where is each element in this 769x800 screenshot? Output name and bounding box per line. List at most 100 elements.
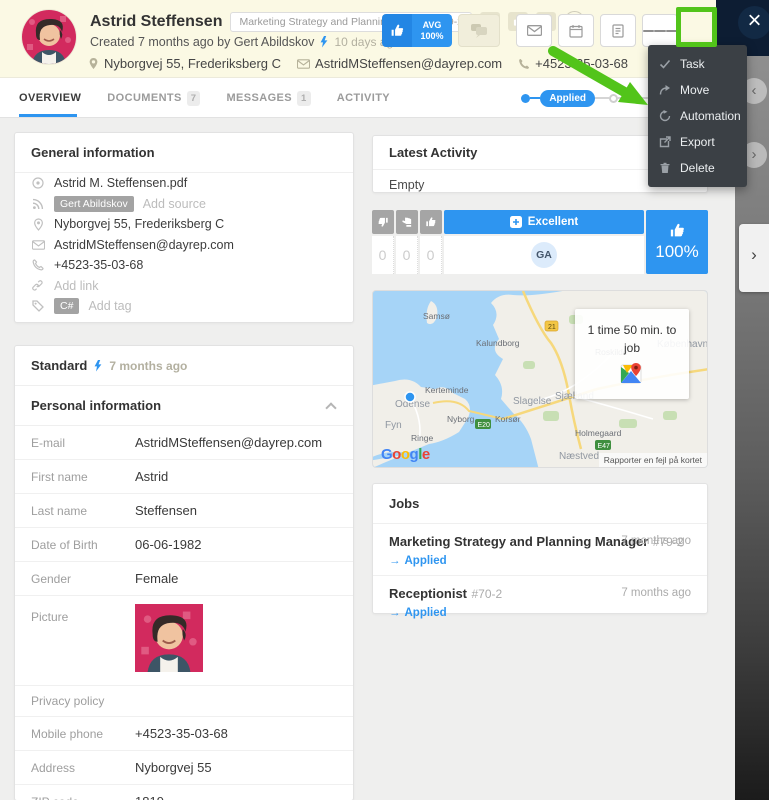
chat-button[interactable] (458, 14, 500, 47)
cv-file-row[interactable]: Astrid M. Steffensen.pdf (15, 173, 353, 194)
send-mail-button[interactable] (516, 14, 552, 47)
map-attribution-link[interactable]: Rapporter en fejl på kortet (599, 453, 707, 467)
thumbs-down-button[interactable] (372, 210, 394, 234)
job-stage-link[interactable]: → Applied (389, 555, 691, 567)
documents-count-badge: 7 (187, 91, 201, 106)
add-tag-label[interactable]: Add tag (88, 299, 131, 313)
close-button[interactable]: × (738, 6, 769, 39)
field-row-date-of-birth[interactable]: Date of Birth 06-06-1982 (15, 528, 353, 562)
general-address: Nyborgvej 55, Frederiksberg C (54, 217, 224, 231)
envelope-icon (32, 240, 45, 250)
messages-count-badge: 1 (297, 91, 311, 106)
stage-circle[interactable] (632, 94, 641, 103)
menu-item-task[interactable]: Task (648, 51, 747, 77)
phone-row: +4523-35-03-68 (15, 255, 353, 276)
tab-overview[interactable]: OVERVIEW (19, 92, 81, 104)
tag-icon (32, 300, 44, 312)
travel-time-line2: job (575, 339, 689, 357)
thumbs-up-button[interactable] (420, 210, 442, 234)
commute-map[interactable]: Samsø Kalundborg Kerteminde Odense Fyn N… (372, 290, 708, 468)
field-row-email[interactable]: E-mail AstridMSteffensen@dayrep.com (15, 426, 353, 460)
add-source-link[interactable]: Add source (143, 197, 206, 211)
thumbs-down-count: 0 (372, 236, 394, 274)
map-label: Kerteminde (425, 385, 469, 395)
cv-file-icon (32, 177, 44, 189)
add-link-label[interactable]: Add link (54, 279, 98, 293)
chat-bubbles-icon (470, 23, 488, 38)
address-segment: Nyborgvej 55, Frederiksberg C (88, 56, 281, 71)
field-row-zip-code[interactable]: ZIP code 1819 (15, 785, 353, 800)
more-menu-button[interactable] (642, 14, 678, 47)
general-phone[interactable]: +4523-35-03-68 (54, 258, 143, 272)
location-dot (405, 392, 415, 402)
overall-score-tile[interactable]: 100% (646, 210, 708, 274)
header-phone[interactable]: +4523-35-03-68 (535, 56, 628, 71)
tab-activity[interactable]: ACTIVITY (337, 92, 390, 104)
header-email[interactable]: AstridMSteffensen@dayrep.com (315, 56, 502, 71)
job-row[interactable]: Marketing Strategy and Planning Manager … (373, 524, 707, 576)
standard-form-card: Standard 7 months ago Personal informati… (14, 345, 354, 800)
standard-title: Standard (31, 358, 87, 373)
header-address: Nyborgvej 55, Frederiksberg C (104, 56, 281, 71)
field-row-last-name[interactable]: Last name Steffensen (15, 494, 353, 528)
arrow-right-icon: → (389, 607, 401, 619)
tab-documents[interactable]: DOCUMENTS7 (107, 91, 200, 106)
thumbs-neutral-button[interactable] (396, 210, 418, 234)
cv-file-name[interactable]: Astrid M. Steffensen.pdf (54, 176, 187, 190)
more-actions-menu: Task Move Automation Export Delete (648, 45, 747, 187)
google-maps-icon (619, 361, 645, 387)
avatar[interactable] (22, 10, 76, 64)
map-label: Samsø (423, 311, 450, 321)
job-stage-link[interactable]: → Applied (389, 607, 691, 619)
move-arrow-icon (659, 84, 671, 96)
menu-item-move[interactable]: Move (648, 77, 747, 103)
field-row-privacy-policy[interactable]: Privacy policy (15, 686, 353, 717)
thumbs-up-icon (382, 14, 412, 47)
tag-chip[interactable]: C# (54, 298, 79, 314)
calendar-icon (569, 24, 583, 38)
general-email[interactable]: AstridMSteffensen@dayrep.com (54, 238, 234, 252)
add-link-row[interactable]: Add link (15, 276, 353, 297)
tab-bar: OVERVIEW DOCUMENTS7 MESSAGES1 ACTIVITY A… (0, 78, 735, 118)
map-label: Slagelse (513, 396, 552, 407)
personal-information-header[interactable]: Personal information (15, 386, 353, 426)
notes-button[interactable] (600, 14, 636, 47)
jobs-card: Jobs Marketing Strategy and Planning Man… (372, 483, 708, 614)
collapse-chevron-icon[interactable] (325, 402, 336, 413)
map-label: Nyborg (447, 414, 475, 424)
field-row-first-name[interactable]: First name Astrid (15, 460, 353, 494)
calendar-button[interactable] (558, 14, 594, 47)
field-row-mobile-phone[interactable]: Mobile phone +4523-35-03-68 (15, 717, 353, 751)
stage-badge[interactable]: Applied (540, 90, 595, 107)
picture-thumbnail[interactable] (135, 604, 203, 677)
source-tag[interactable]: Gert Abildskov (54, 196, 134, 212)
job-row[interactable]: Receptionist #70-2 7 months ago → Applie… (373, 576, 707, 627)
plus-square-icon (510, 216, 522, 228)
travel-time-card: 1 time 50 min. to job (575, 309, 689, 399)
created-text: Created 7 months ago by Gert Abildskov (90, 35, 314, 49)
tags-row: C# Add tag (15, 296, 353, 317)
background-card-chevron[interactable]: › (739, 224, 769, 292)
menu-item-delete[interactable]: Delete (648, 155, 747, 181)
rater-initials-avatar[interactable]: GA (531, 242, 557, 268)
menu-item-export[interactable]: Export (648, 129, 747, 155)
excellent-rating-bar[interactable]: Excellent (444, 210, 644, 234)
field-row-address[interactable]: Address Nyborgvej 55 (15, 751, 353, 785)
field-row-gender[interactable]: Gender Female (15, 562, 353, 596)
avg-score-button[interactable]: AVG 100% (382, 14, 452, 47)
thumbs-down-icon (377, 216, 389, 228)
created-line: Created 7 months ago by Gert Abildskov 1… (90, 35, 400, 49)
map-label: Fyn (385, 420, 402, 431)
flash-icon (93, 360, 103, 372)
overall-score-value: 100% (655, 242, 698, 262)
trash-icon (659, 162, 671, 174)
field-row-picture[interactable]: Picture (15, 596, 353, 686)
menu-item-automation[interactable]: Automation (648, 103, 747, 129)
tab-messages[interactable]: MESSAGES1 (226, 91, 310, 106)
stage-circle[interactable] (609, 94, 618, 103)
avg-value: 100% (420, 31, 443, 42)
road-badge: 21 (548, 324, 556, 331)
general-information-title: General information (15, 133, 353, 173)
avatar-photo (22, 10, 76, 64)
candidate-name: Astrid Steffensen (90, 13, 222, 31)
